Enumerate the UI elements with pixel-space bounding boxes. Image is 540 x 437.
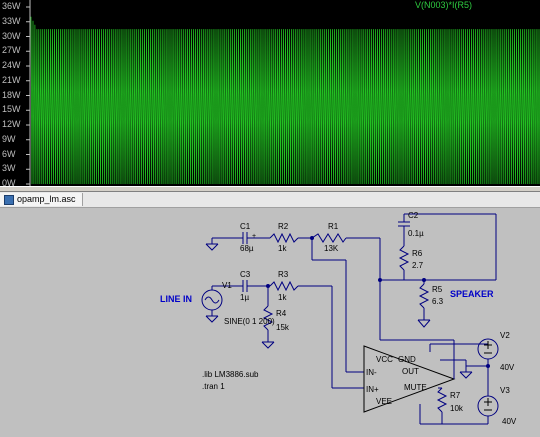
directive-tran[interactable]: .tran 1 [202, 382, 225, 391]
tab-label: opamp_lm.asc [17, 194, 76, 204]
v2-name: V2 [500, 331, 510, 340]
y-tick-label: 18W [2, 89, 21, 100]
tab-schematic[interactable]: opamp_lm.asc [0, 193, 83, 206]
trace-label[interactable]: V(N003)*I(R5) [415, 0, 472, 10]
v3-value: 40V [502, 417, 517, 426]
tab-bar: opamp_lm.asc [0, 192, 540, 208]
opamp-in-plus: IN+ [366, 385, 379, 394]
r3-name: R3 [278, 270, 289, 279]
r4-value: 15k [276, 323, 290, 332]
c2-name: C2 [408, 211, 419, 220]
r6-name: R6 [412, 249, 423, 258]
y-tick-label: 21W [2, 74, 21, 85]
opamp-out: OUT [402, 367, 419, 376]
line-in-label: LINE IN [160, 294, 192, 304]
r5-value: 6.3 [432, 297, 444, 306]
opamp-vcc: VCC [376, 355, 393, 364]
y-tick-label: 24W [2, 60, 21, 70]
schematic-canvas[interactable]: C1 68µ R2 1k R1 13K C2 0.1µ R6 2.7 R5 6.… [0, 208, 540, 432]
v3-name: V3 [500, 386, 510, 395]
schematic-icon [4, 194, 14, 205]
opamp-mute: MUTE [404, 383, 427, 392]
r4-name: R4 [276, 309, 287, 318]
y-tick-label: 3W [2, 163, 16, 174]
y-tick-label: 30W [2, 30, 21, 41]
v2-value: 40V [500, 363, 515, 372]
speaker-label: SPEAKER [450, 289, 494, 299]
power-trace [30, 16, 540, 185]
r1-name: R1 [328, 222, 339, 231]
y-tick-label: 15W [2, 104, 21, 115]
y-tick-label: 12W [2, 119, 21, 129]
c1-value: 68µ [240, 244, 254, 253]
waveform-canvas [26, 0, 540, 186]
r2-name: R2 [278, 222, 289, 231]
directive-lib[interactable]: .lib LM3886.sub [202, 370, 259, 379]
y-tick-label: 27W [2, 45, 21, 56]
y-tick-label: 6W [2, 148, 16, 159]
c1-polarity: + [252, 233, 256, 240]
r3-value: 1k [278, 293, 287, 302]
c2-value: 0.1µ [408, 229, 424, 238]
schematic-drawing: C1 68µ R2 1k R1 13K C2 0.1µ R6 2.7 R5 6.… [160, 211, 517, 426]
y-tick-label: 9W [2, 133, 16, 144]
opamp-gnd: GND [398, 355, 416, 364]
c3-name: C3 [240, 270, 251, 279]
r7-name: R7 [450, 391, 461, 400]
r1-value: 13K [324, 244, 339, 253]
y-tick-label: 33W [2, 15, 21, 26]
waveform-plot[interactable]: 36W 33W 30W 27W 24W 21W 18W 15W 12W 9W 6W 3W 0W V(N0… [0, 0, 540, 188]
r7-value: 10k [450, 404, 464, 413]
v1-name: V1 [222, 281, 232, 290]
r5-name: R5 [432, 285, 443, 294]
opamp-in-minus: IN- [366, 368, 377, 377]
r6-value: 2.7 [412, 261, 424, 270]
y-tick-label: 36W [2, 1, 21, 11]
c1-name: C1 [240, 222, 251, 231]
opamp-vee: VEE [376, 397, 392, 406]
r2-value: 1k [278, 244, 287, 253]
v1-value: SINE(0 1 200) [224, 317, 275, 326]
c3-value: 1µ [240, 293, 249, 302]
